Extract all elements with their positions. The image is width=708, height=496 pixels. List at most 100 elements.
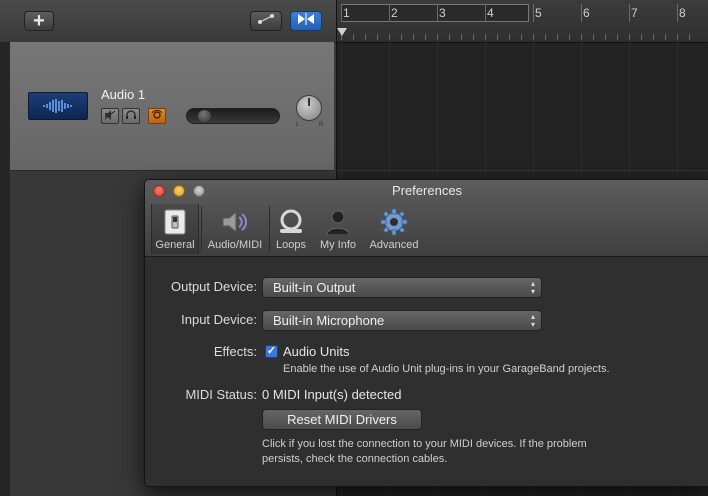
add-track-button[interactable]: + xyxy=(24,11,54,31)
ruler-subtick xyxy=(389,34,390,40)
cycle-region[interactable] xyxy=(341,4,529,22)
record-enable-button[interactable] xyxy=(148,108,166,124)
effects-help-text: Enable the use of Audio Unit plug-ins in… xyxy=(283,363,610,375)
output-device-popup[interactable]: Built-in Output ▴ ▾ xyxy=(262,277,542,298)
waveform-icon xyxy=(28,92,88,120)
ruler-subtick xyxy=(533,34,534,40)
bar-tick xyxy=(437,4,438,22)
ruler-subtick xyxy=(353,34,354,40)
person-icon xyxy=(323,207,353,237)
input-device-value: Built-in Microphone xyxy=(273,313,385,328)
ruler-bar-number: 5 xyxy=(535,6,542,20)
ruler-bar-number: 1 xyxy=(343,6,350,20)
track-lane-divider xyxy=(337,170,708,171)
ruler[interactable]: 1 2 3 4 5 6 7 8 xyxy=(337,0,708,43)
tab-advanced-label: Advanced xyxy=(369,239,419,251)
bar-tick xyxy=(485,4,486,22)
automation-button[interactable] xyxy=(250,11,282,31)
track-name[interactable]: Audio 1 xyxy=(101,87,145,102)
track-header[interactable]: Audio 1 L R xyxy=(10,42,334,171)
gear-icon xyxy=(379,207,409,237)
ruler-subtick xyxy=(497,34,498,40)
tab-separator xyxy=(269,206,270,252)
tab-loops-label: Loops xyxy=(276,239,306,251)
output-device-label: Output Device: xyxy=(171,279,257,294)
pan-left-label: L xyxy=(296,122,300,128)
ruler-subtick xyxy=(401,34,402,40)
ruler-subtick xyxy=(473,34,474,40)
tab-general[interactable]: General xyxy=(151,204,199,254)
ruler-bar-number: 7 xyxy=(631,6,638,20)
ruler-bar-number: 6 xyxy=(583,6,590,20)
track-left-strip xyxy=(0,42,10,496)
ruler-subtick xyxy=(461,34,462,40)
ruler-subtick xyxy=(605,34,606,40)
input-device-label: Input Device: xyxy=(181,312,257,327)
ruler-subtick xyxy=(617,34,618,40)
ruler-subtick xyxy=(377,34,378,40)
pan-knob[interactable] xyxy=(296,95,322,121)
bar-tick xyxy=(533,4,534,22)
speaker-icon xyxy=(220,207,250,237)
ruler-subtick xyxy=(593,34,594,40)
tab-my-info-label: My Info xyxy=(319,239,357,251)
tab-separator xyxy=(201,206,202,252)
effects-label: Effects: xyxy=(213,344,257,359)
track-volume-slider[interactable] xyxy=(186,108,280,124)
audio-units-checkbox[interactable]: ✓ xyxy=(265,345,278,358)
ruler-subtick xyxy=(653,34,654,40)
ruler-bar-number: 4 xyxy=(487,6,494,20)
smart-controls-icon xyxy=(296,12,316,31)
ruler-subtick xyxy=(485,34,486,40)
tab-advanced[interactable]: Advanced xyxy=(365,204,423,254)
tab-loops[interactable]: Loops xyxy=(271,204,311,254)
midi-status-label: MIDI Status: xyxy=(185,387,257,402)
volume-slider-handle[interactable] xyxy=(198,110,211,122)
ruler-subtick xyxy=(665,34,666,40)
playhead[interactable] xyxy=(337,28,347,36)
ruler-subtick xyxy=(689,34,690,40)
ruler-subtick xyxy=(365,34,366,40)
tracks-toolbar: + xyxy=(0,0,336,43)
tab-audio-midi-label: Audio/MIDI xyxy=(207,239,263,251)
mute-button[interactable] xyxy=(101,108,119,124)
ruler-subtick xyxy=(569,34,570,40)
input-device-popup[interactable]: Built-in Microphone ▴ ▾ xyxy=(262,310,542,331)
ruler-bar-number: 3 xyxy=(439,6,446,20)
automation-icon xyxy=(256,12,276,30)
ruler-subtick xyxy=(449,34,450,40)
ruler-subtick xyxy=(629,34,630,40)
ruler-subtick xyxy=(437,34,438,40)
tab-my-info[interactable]: My Info xyxy=(315,204,361,254)
headphones-icon xyxy=(125,109,137,123)
light-switch-icon xyxy=(160,207,190,237)
ruler-subtick xyxy=(413,34,414,40)
ruler-subtick xyxy=(521,34,522,40)
ruler-subtick xyxy=(677,34,678,40)
popup-arrows-icon: ▴ ▾ xyxy=(530,279,535,296)
solo-button[interactable] xyxy=(122,108,140,124)
ruler-bar-number: 8 xyxy=(679,6,686,20)
tab-general-label: General xyxy=(155,239,195,251)
midi-status-value: 0 MIDI Input(s) detected xyxy=(262,387,402,402)
tab-audio-midi[interactable]: Audio/MIDI xyxy=(203,204,267,254)
midi-help-line-1: Click if you lost the connection to your… xyxy=(262,438,587,450)
bar-tick xyxy=(581,4,582,22)
bar-tick xyxy=(677,4,678,22)
ruler-subtick xyxy=(545,34,546,40)
ruler-subtick xyxy=(425,34,426,40)
output-device-value: Built-in Output xyxy=(273,280,356,295)
ruler-subtick xyxy=(509,34,510,40)
loop-icon xyxy=(276,207,306,237)
pan-right-label: R xyxy=(319,122,324,128)
mute-speaker-icon xyxy=(104,109,116,123)
ruler-subtick xyxy=(641,34,642,40)
record-enable-icon xyxy=(151,109,163,123)
reset-midi-drivers-button[interactable]: Reset MIDI Drivers xyxy=(262,409,422,430)
ruler-bar-number: 2 xyxy=(391,6,398,20)
audio-units-checkbox-label[interactable]: Audio Units xyxy=(283,344,349,359)
bar-tick xyxy=(629,4,630,22)
smart-controls-button[interactable] xyxy=(290,11,322,31)
preferences-window: Preferences General Audio/MIDI Loops My … xyxy=(144,179,708,487)
window-title: Preferences xyxy=(391,183,463,198)
